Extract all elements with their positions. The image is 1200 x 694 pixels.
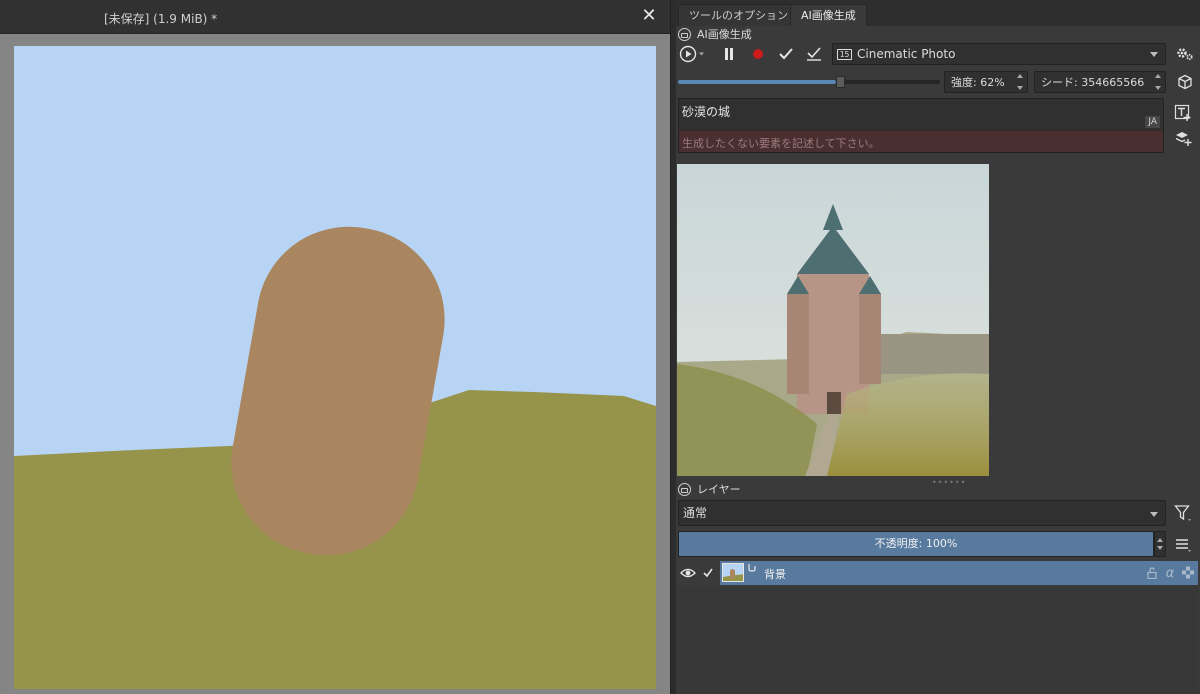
arrow-down-icon[interactable]	[1017, 86, 1023, 90]
prompt-text: 砂漠の城	[682, 105, 731, 119]
opacity-slider[interactable]: 不透明度: 100%	[678, 531, 1154, 557]
unlock-icon	[1147, 567, 1157, 579]
link-icon	[748, 564, 756, 572]
cube-icon	[1178, 74, 1192, 90]
play-icon	[679, 45, 704, 63]
layers-section-header[interactable]: レイヤー	[678, 480, 741, 498]
eye-icon	[680, 568, 696, 578]
layer-menu-button[interactable]	[1172, 533, 1194, 555]
settings-icon	[1177, 48, 1193, 61]
dock-tabbar: ツールのオプション AI画像生成	[676, 0, 1200, 26]
style-preset-select[interactable]: 15 Cinematic Photo	[832, 43, 1166, 65]
arrow-down-icon[interactable]	[1157, 546, 1163, 550]
record-button[interactable]	[746, 42, 770, 66]
add-layer-button[interactable]	[1172, 128, 1194, 150]
inherit-icon	[1182, 566, 1194, 579]
filter-icon	[1174, 505, 1191, 521]
check-icon	[779, 48, 793, 60]
lock-icon[interactable]	[678, 27, 691, 41]
strength-seed-row: 強度: 62% シード: 354665566	[676, 70, 1200, 94]
layer-row-highlight	[720, 561, 1198, 585]
settings-button[interactable]	[1174, 43, 1196, 65]
menu-icon	[1176, 539, 1191, 552]
layer-thumbnail-image	[723, 564, 743, 581]
ai-section-header[interactable]: AI画像生成	[678, 25, 752, 43]
add-text-icon	[1174, 104, 1191, 121]
arrow-up-icon[interactable]	[1157, 538, 1163, 542]
dock-panel: ツールのオプション AI画像生成 AI画像生成 15 Cinematic Pho…	[676, 0, 1200, 694]
layer-select-checkbox[interactable]	[700, 565, 716, 581]
record-icon	[753, 49, 763, 59]
check-all-icon	[807, 47, 821, 61]
layer-type-indicator	[746, 561, 758, 573]
blend-mode-select[interactable]: 通常	[678, 500, 1166, 526]
strength-stepper[interactable]	[1015, 74, 1025, 90]
blend-mode-value: 通常	[683, 506, 708, 520]
apply-all-button[interactable]	[802, 42, 826, 66]
prompt-input[interactable]: 砂漠の城 JA	[678, 98, 1164, 130]
negative-prompt-placeholder: 生成したくない要素を記述して下さい。	[682, 137, 880, 150]
strength-spinbox[interactable]: 強度: 62%	[944, 71, 1028, 93]
check-icon	[703, 568, 713, 578]
ai-section-title: AI画像生成	[697, 28, 752, 41]
filter-button[interactable]	[1172, 502, 1194, 524]
play-button[interactable]	[678, 42, 708, 66]
negative-prompt-input[interactable]: 生成したくない要素を記述して下さい。	[678, 130, 1164, 153]
seed-spinbox[interactable]: シード: 354665566	[1034, 71, 1166, 93]
tab-tool-options[interactable]: ツールのオプション	[678, 4, 799, 26]
apply-button[interactable]	[774, 42, 798, 66]
generated-image-preview[interactable]	[677, 164, 989, 476]
inherit-alpha-button[interactable]	[1180, 565, 1196, 581]
alpha-lock-button[interactable]: α	[1162, 565, 1178, 581]
drawing-canvas[interactable]	[14, 46, 656, 689]
ai-toolbar: 15 Cinematic Photo	[676, 42, 1200, 66]
seed-stepper[interactable]	[1153, 74, 1163, 90]
layer-list-empty-area[interactable]	[676, 586, 1198, 694]
strength-value: 強度: 62%	[951, 76, 1005, 89]
alpha-icon: α	[1165, 565, 1175, 581]
castle-image	[677, 164, 989, 476]
chevron-down-icon	[1150, 52, 1158, 57]
arrow-up-icon[interactable]	[1155, 74, 1161, 78]
style-preset-icon: 15	[837, 48, 852, 60]
opacity-value: 不透明度: 100%	[874, 537, 958, 550]
close-document-button[interactable]: ✕	[640, 7, 658, 25]
strength-slider[interactable]	[678, 76, 940, 88]
pause-button[interactable]	[717, 42, 741, 66]
opacity-stepper[interactable]	[1154, 531, 1166, 557]
chevron-down-icon	[1150, 512, 1158, 517]
layer-name[interactable]: 背景	[764, 566, 786, 582]
layers-section-title: レイヤー	[697, 483, 741, 496]
strength-slider-handle[interactable]	[836, 76, 846, 88]
lock-icon[interactable]	[678, 482, 691, 496]
random-seed-button[interactable]	[1174, 71, 1196, 93]
document-title: [未保存] (1.9 MiB) *	[104, 12, 218, 26]
tab-ai-image-generation[interactable]: AI画像生成	[790, 4, 867, 26]
strength-slider-fill	[678, 80, 837, 84]
canvas-artwork	[14, 46, 656, 689]
resize-grip[interactable]: ••••••	[932, 478, 966, 487]
pause-icon	[725, 48, 733, 60]
style-preset-value: Cinematic Photo	[857, 47, 956, 61]
seed-value: シード: 354665566	[1041, 76, 1145, 89]
layer-row[interactable]: 背景 α	[676, 561, 1198, 585]
document-titlebar: [未保存] (1.9 MiB) * ✕	[0, 0, 670, 34]
layer-visibility-toggle[interactable]	[680, 565, 696, 581]
arrow-down-icon[interactable]	[1155, 86, 1161, 90]
arrow-up-icon[interactable]	[1017, 74, 1023, 78]
prompt-language-button[interactable]: JA	[1145, 116, 1160, 128]
layer-lock-button[interactable]	[1144, 565, 1160, 581]
document-view: [未保存] (1.9 MiB) * ✕	[0, 0, 670, 694]
add-text-button[interactable]	[1172, 102, 1194, 124]
layer-thumbnail[interactable]	[722, 563, 744, 582]
add-layer-icon	[1175, 132, 1192, 146]
